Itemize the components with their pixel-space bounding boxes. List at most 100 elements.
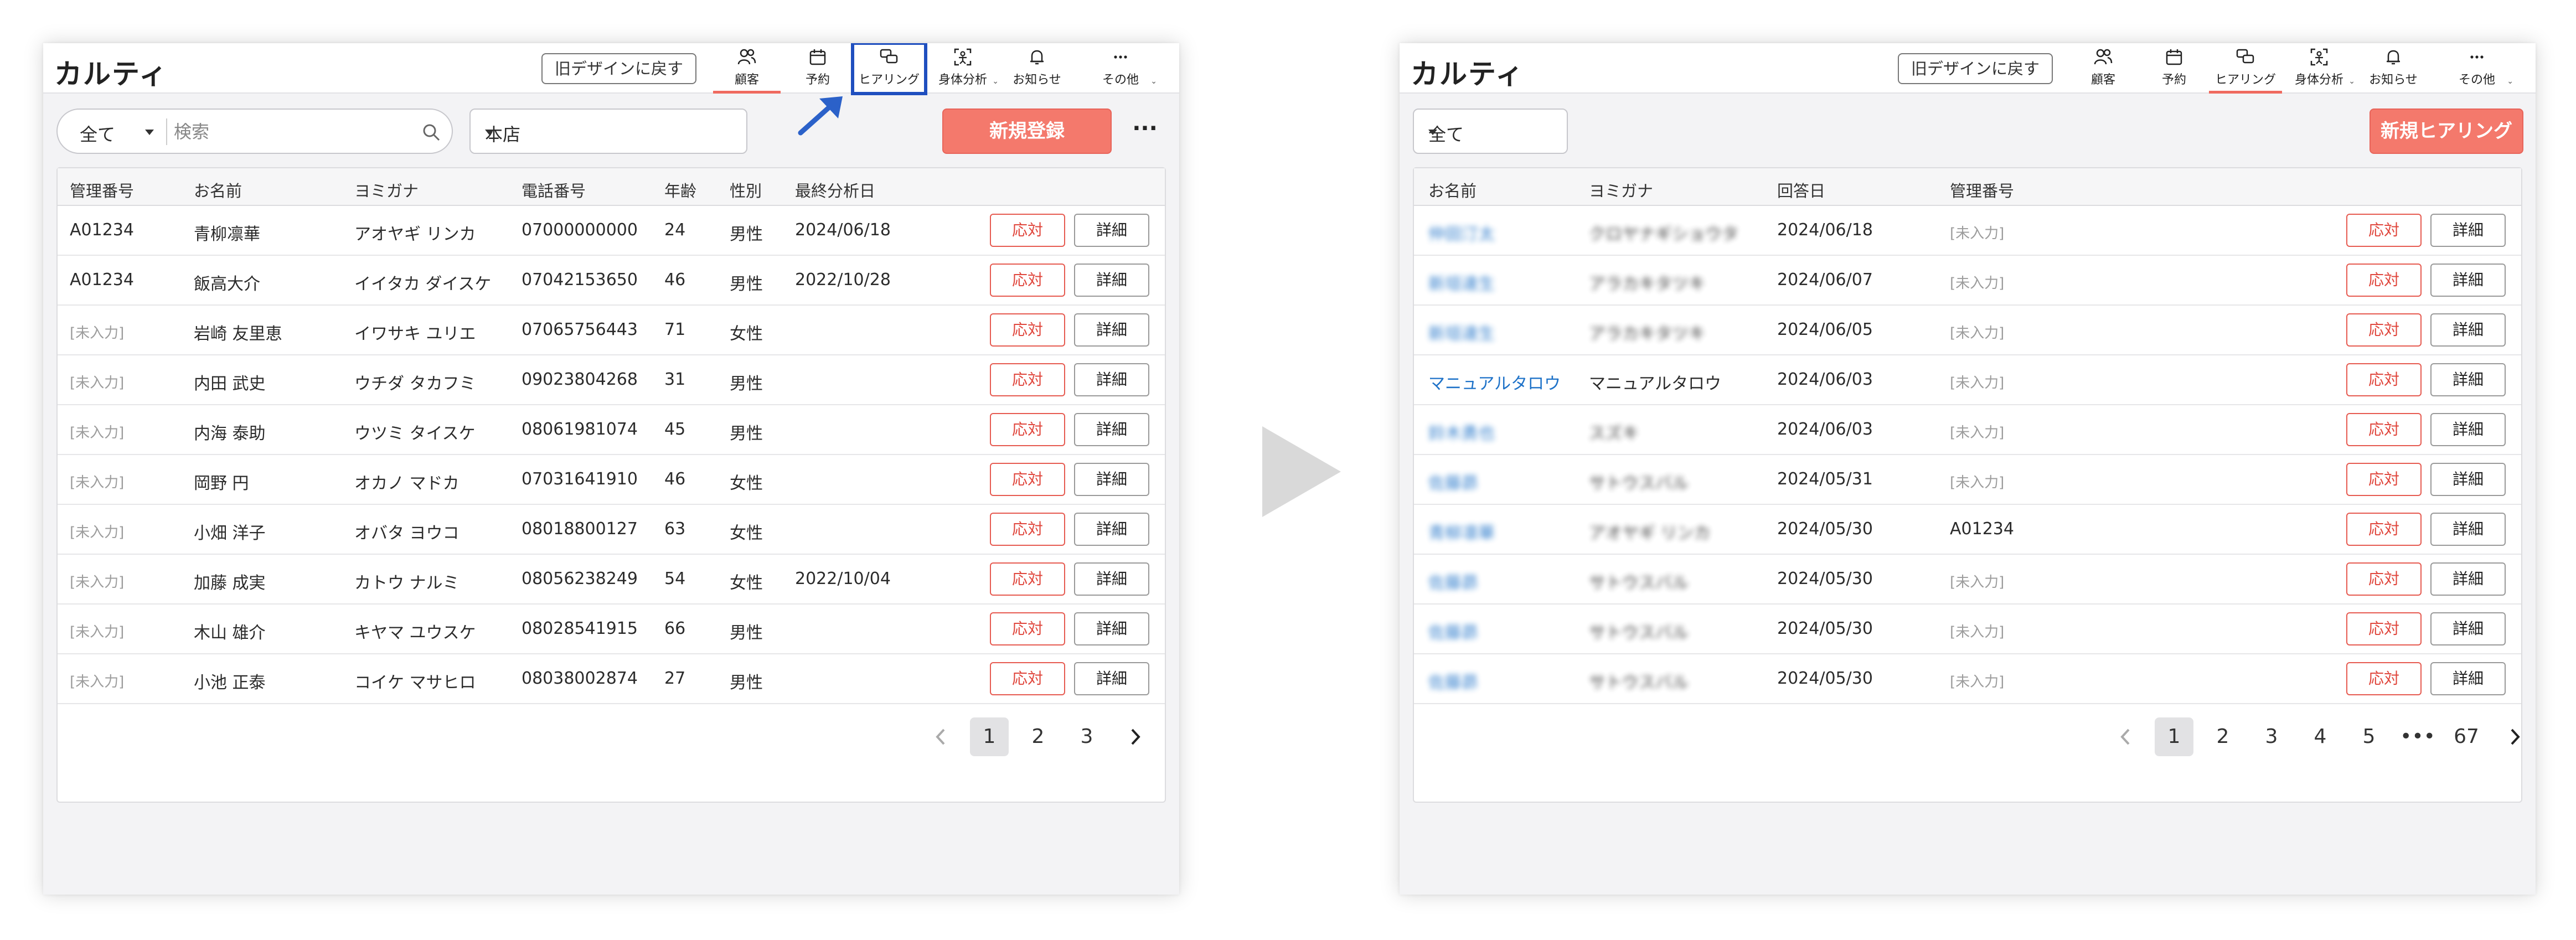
cell-name: 小畑 洋子	[194, 524, 266, 543]
old-design-button[interactable]: 旧デザインに戻す	[1898, 53, 2053, 84]
page-5[interactable]: 5	[2350, 717, 2388, 756]
cell-name-link[interactable]: 佐藤昴	[1428, 469, 1478, 494]
cell-name: 小池 正泰	[194, 673, 266, 693]
detail-button[interactable]: 詳細	[2430, 662, 2506, 695]
nav-item-calendar[interactable]: 予約	[785, 43, 850, 94]
detail-button[interactable]: 詳細	[2430, 214, 2506, 247]
respond-button[interactable]: 応対	[990, 413, 1065, 446]
respond-button[interactable]: 応対	[2346, 612, 2422, 645]
respond-button[interactable]: 応対	[2346, 313, 2422, 347]
nav-item-more[interactable]: その他 ⌄	[2436, 43, 2518, 94]
cell-name-link[interactable]: マニュアルタロウ	[1428, 370, 1561, 394]
detail-button[interactable]: 詳細	[1074, 463, 1149, 496]
chevron-right-icon[interactable]	[1116, 717, 1155, 756]
nav-item-body-analysis[interactable]: 身体分析 ⌄	[929, 43, 999, 94]
detail-button[interactable]: 詳細	[2430, 363, 2506, 396]
new-registration-button[interactable]: 新規登録	[942, 109, 1112, 154]
bell-icon	[1001, 48, 1073, 66]
page-3[interactable]: 3	[1067, 717, 1106, 756]
search-input[interactable]	[174, 117, 406, 146]
page-1[interactable]: 1	[970, 717, 1009, 756]
respond-button[interactable]: 応対	[990, 264, 1065, 297]
th-management-number: 管理番号	[70, 182, 135, 200]
nav-item-bell[interactable]: お知らせ	[2357, 43, 2429, 94]
nav-item-more[interactable]: その他 ⌄	[1080, 43, 1161, 94]
detail-button[interactable]: 詳細	[1074, 313, 1149, 347]
nav-item-calendar[interactable]: 予約	[2141, 43, 2207, 94]
detail-button[interactable]: 詳細	[1074, 363, 1149, 396]
search-icon[interactable]	[422, 123, 441, 142]
detail-button[interactable]: 詳細	[1074, 562, 1149, 596]
respond-button[interactable]: 応対	[990, 662, 1065, 695]
nav-item-customers[interactable]: 顧客	[713, 43, 781, 94]
respond-button[interactable]: 応対	[2346, 363, 2422, 396]
respond-button[interactable]: 応対	[990, 363, 1065, 396]
detail-button[interactable]: 詳細	[2430, 264, 2506, 297]
respond-button[interactable]: 応対	[2346, 264, 2422, 297]
nav-item-customers[interactable]: 顧客	[2069, 43, 2137, 94]
page-2[interactable]: 2	[2203, 717, 2242, 756]
cell-id: [未入力]	[70, 474, 125, 491]
respond-button[interactable]: 応対	[990, 612, 1065, 645]
filter-select[interactable]: 全て	[80, 121, 115, 146]
page-1[interactable]: 1	[2155, 717, 2193, 756]
store-select[interactable]: 本店	[469, 109, 747, 154]
detail-button[interactable]: 詳細	[2430, 513, 2506, 546]
respond-button[interactable]: 応対	[990, 463, 1065, 496]
calendar-icon	[785, 48, 850, 66]
respond-button[interactable]: 応対	[2346, 463, 2422, 496]
detail-button[interactable]: 詳細	[1074, 264, 1149, 297]
cell-name-link[interactable]: 佐藤昴	[1428, 669, 1478, 693]
page-7[interactable]: 67	[2447, 717, 2486, 756]
cell-name-link[interactable]: 新垣達生	[1428, 270, 1495, 295]
cell-name: 木山 雄介	[194, 623, 266, 643]
detail-button[interactable]: 詳細	[2430, 313, 2506, 347]
hearing-list-screen: カルティ 旧デザインに戻す 顧客 予約 ヒアリング 身体分析 ⌄ お知らせ その他 ⌄ 全て …	[1400, 43, 2536, 895]
page-4[interactable]: 4	[2301, 717, 2340, 756]
nav-item-hearing[interactable]: ヒアリング	[851, 43, 927, 95]
respond-button[interactable]: 応対	[2346, 513, 2422, 546]
respond-button[interactable]: 応対	[990, 562, 1065, 596]
detail-button[interactable]: 詳細	[1074, 214, 1149, 247]
detail-button[interactable]: 詳細	[1074, 662, 1149, 695]
cell-name-link[interactable]: 佐藤昴	[1428, 619, 1478, 643]
detail-button[interactable]: 詳細	[1074, 513, 1149, 546]
detail-button[interactable]: 詳細	[2430, 463, 2506, 496]
respond-button[interactable]: 応対	[2346, 562, 2422, 596]
app-logo[interactable]: カルティ	[54, 52, 168, 92]
more-options-button[interactable]: ···	[1128, 114, 1161, 147]
respond-button[interactable]: 応対	[990, 513, 1065, 546]
nav-item-bell[interactable]: お知らせ	[1001, 43, 1073, 94]
detail-button[interactable]: 詳細	[1074, 413, 1149, 446]
page-3[interactable]: 3	[2252, 717, 2291, 756]
cell-name-link[interactable]: 仲田汀太	[1428, 220, 1495, 245]
nav-item-body-analysis[interactable]: 身体分析 ⌄	[2285, 43, 2355, 94]
respond-button[interactable]: 応対	[990, 214, 1065, 247]
respond-button[interactable]: 応対	[2346, 413, 2422, 446]
app-logo[interactable]: カルティ	[1411, 52, 1524, 92]
nav-item-hearing[interactable]: ヒアリング	[2209, 43, 2282, 94]
table-row: [未入力] 小池 正泰 コイケ マサヒロ 08038002874 27 男性 応対 詳細	[58, 654, 1165, 704]
old-design-button[interactable]: 旧デザインに戻す	[541, 53, 696, 84]
page-2[interactable]: 2	[1019, 717, 1057, 756]
chevron-left-icon[interactable]	[921, 717, 960, 756]
cell-phone: 09023804268	[522, 370, 638, 389]
detail-button[interactable]: 詳細	[2430, 562, 2506, 596]
detail-button[interactable]: 詳細	[2430, 413, 2506, 446]
filter-select[interactable]: 全て	[1413, 109, 1568, 154]
cell-name-link[interactable]: 新垣達生	[1428, 320, 1495, 344]
detail-button[interactable]: 詳細	[2430, 612, 2506, 645]
cell-age: 24	[664, 220, 686, 240]
cell-name-link[interactable]: 佐藤昴	[1428, 569, 1478, 593]
cell-name-link[interactable]: 鈴木勇也	[1428, 420, 1495, 444]
detail-button[interactable]: 詳細	[1074, 612, 1149, 645]
new-hearing-button[interactable]: 新規ヒアリング	[2369, 109, 2523, 154]
respond-button[interactable]: 応対	[2346, 214, 2422, 247]
cell-gender: 男性	[730, 225, 763, 244]
respond-button[interactable]: 応対	[2346, 662, 2422, 695]
cell-age: 46	[664, 270, 686, 290]
cell-name-link[interactable]: 青柳凛華	[1428, 519, 1495, 544]
chevron-left-icon[interactable]	[2106, 717, 2145, 756]
respond-button[interactable]: 応対	[990, 313, 1065, 347]
chevron-right-icon[interactable]	[2496, 717, 2534, 756]
